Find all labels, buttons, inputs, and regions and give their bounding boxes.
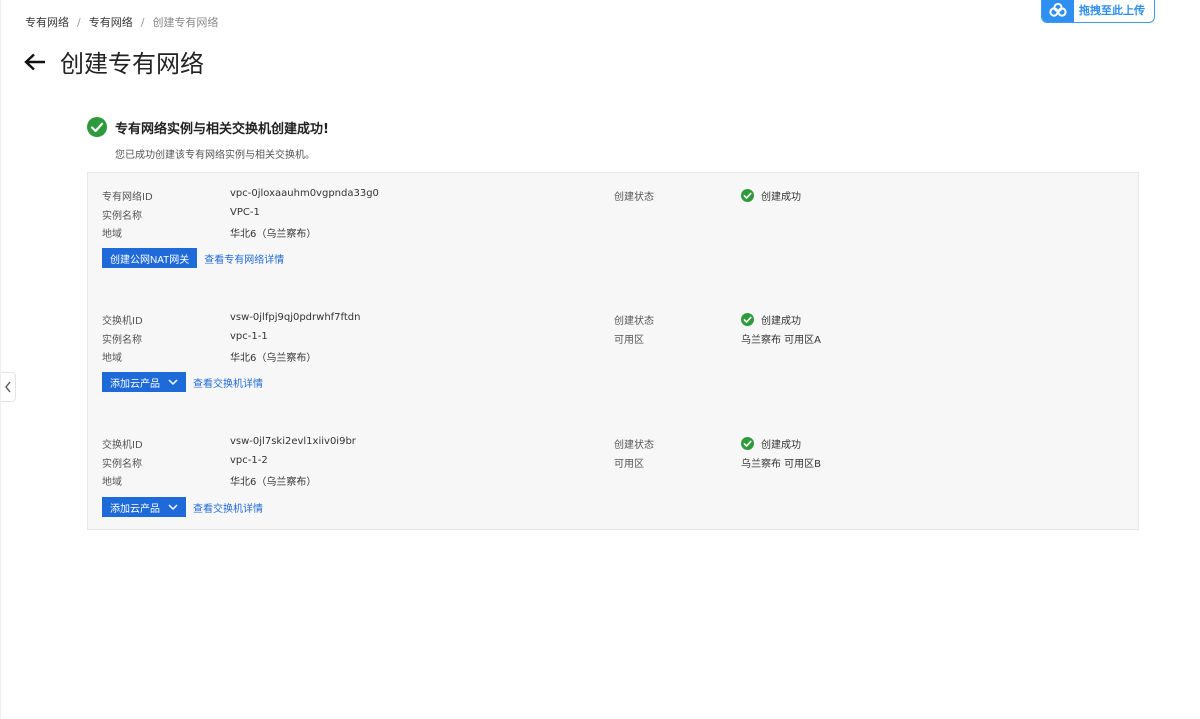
add-cloud-product-button[interactable]: 添加云产品 [102, 372, 186, 392]
vswitch-name-label: 实例名称 [102, 335, 142, 346]
vswitch-name-label: 实例名称 [102, 459, 142, 470]
vswitch-id-row: 交换机ID vsw-0jl7ski2evl1xiiv0i9br 创建状态 创建成… [88, 436, 1138, 453]
breadcrumb: 专有网络 / 专有网络 / 创建专有网络 [25, 14, 218, 30]
add-cloud-product-label: 添加云产品 [110, 378, 160, 390]
vswitch-id-value: vsw-0jl7ski2evl1xiiv0i9br [230, 436, 356, 447]
vswitch-actions: 添加云产品 查看交换机详情 [102, 497, 263, 517]
add-cloud-product-button[interactable]: 添加云产品 [102, 497, 186, 517]
vswitch-region-row: 地域 华北6（乌兰察布） [88, 349, 1138, 366]
success-title: 专有网络实例与相关交换机创建成功! [115, 121, 329, 137]
vswitch-name-row: 实例名称 vpc-1-2 可用区 乌兰察布 可用区B [88, 455, 1138, 472]
vswitch-zone-label: 可用区 [614, 459, 644, 470]
create-nat-gateway-button[interactable]: 创建公网NAT网关 [102, 248, 198, 268]
success-description: 您已成功创建该专有网络实例与相关交换机。 [115, 150, 315, 161]
add-cloud-product-label: 添加云产品 [110, 503, 160, 515]
vswitch-status: 创建成功 [741, 312, 801, 327]
vswitch-name-row: 实例名称 vpc-1-1 可用区 乌兰察布 可用区A [88, 331, 1138, 348]
sidebar-toggle[interactable] [1, 372, 16, 402]
result-panel: 专有网络ID vpc-0jloxaauhm0vgpnda33g0 创建状态 创建… [87, 172, 1139, 530]
vpc-id-value: vpc-0jloxaauhm0vgpnda33g0 [230, 188, 379, 199]
breadcrumb-item-vpc[interactable]: 专有网络 [25, 14, 69, 30]
vpc-status: 创建成功 [741, 188, 801, 203]
vswitch-id-label: 交换机ID [102, 440, 143, 451]
view-vswitch-detail-link[interactable]: 查看交换机详情 [193, 375, 263, 390]
chevron-down-icon [168, 504, 178, 511]
vswitch-status-value: 创建成功 [761, 440, 801, 451]
vswitch-region-value: 华北6（乌兰察布） [230, 353, 317, 364]
view-vpc-detail-link[interactable]: 查看专有网络详情 [204, 251, 284, 266]
vpc-status-label: 创建状态 [614, 192, 654, 203]
vpc-name-row: 实例名称 VPC-1 [88, 207, 1138, 224]
vswitch-status-label: 创建状态 [614, 316, 654, 327]
vpc-id-row: 专有网络ID vpc-0jloxaauhm0vgpnda33g0 创建状态 创建… [88, 188, 1138, 205]
vswitch-zone-value: 乌兰察布 可用区B [741, 459, 822, 470]
success-header: 专有网络实例与相关交换机创建成功! [87, 117, 329, 137]
vswitch-id-row: 交换机ID vsw-0jlfpj9qj0pdrwhf7ftdn 创建状态 创建成… [88, 312, 1138, 329]
status-success-icon [741, 313, 754, 326]
vswitch-region-value: 华北6（乌兰察布） [230, 477, 317, 488]
vpc-region-label: 地域 [102, 229, 122, 240]
chevron-left-icon [5, 381, 11, 393]
vswitch-id-value: vsw-0jlfpj9qj0pdrwhf7ftdn [230, 312, 361, 323]
breadcrumb-item-current: 创建专有网络 [152, 16, 219, 29]
vswitch-status-value: 创建成功 [761, 316, 801, 327]
breadcrumb-item-vpc-list[interactable]: 专有网络 [89, 14, 133, 30]
vswitch-status: 创建成功 [741, 436, 801, 451]
breadcrumb-separator: / [77, 15, 81, 29]
back-arrow-icon[interactable] [23, 50, 47, 74]
page-header: 创建专有网络 [23, 44, 204, 79]
vswitch-actions: 添加云产品 查看交换机详情 [102, 372, 263, 392]
chevron-down-icon [168, 379, 178, 386]
vswitch-region-label: 地域 [102, 353, 122, 364]
status-success-icon [741, 189, 754, 202]
vpc-id-label: 专有网络ID [102, 192, 153, 203]
drag-upload-badge[interactable]: 拖拽至此上传 [1041, 0, 1155, 23]
page: 专有网络 / 专有网络 / 创建专有网络 拖拽至此上传 创建专有网络 专有网络实… [0, 0, 1200, 719]
success-check-icon [87, 117, 107, 137]
vpc-name-label: 实例名称 [102, 211, 142, 222]
upload-label: 拖拽至此上传 [1079, 3, 1145, 17]
breadcrumb-separator: / [140, 15, 145, 29]
vpc-region-value: 华北6（乌兰察布） [230, 229, 317, 240]
vswitch-region-label: 地域 [102, 477, 122, 488]
vswitch-zone-value: 乌兰察布 可用区A [741, 335, 822, 346]
view-vswitch-detail-link[interactable]: 查看交换机详情 [193, 500, 263, 515]
vswitch-region-row: 地域 华北6（乌兰察布） [88, 473, 1138, 490]
vpc-name-value: VPC-1 [230, 207, 260, 218]
vswitch-name-value: vpc-1-1 [230, 331, 268, 342]
status-success-icon [741, 437, 754, 450]
vswitch-id-label: 交换机ID [102, 316, 143, 327]
vpc-status-value: 创建成功 [761, 192, 801, 203]
vswitch-zone-label: 可用区 [614, 335, 644, 346]
cloud-upload-icon [1042, 0, 1074, 22]
vswitch-status-label: 创建状态 [614, 440, 654, 451]
page-title: 创建专有网络 [60, 50, 204, 78]
vpc-region-row: 地域 华北6（乌兰察布） [88, 225, 1138, 242]
vswitch-name-value: vpc-1-2 [230, 455, 268, 466]
vpc-actions: 创建公网NAT网关 查看专有网络详情 [102, 248, 284, 268]
